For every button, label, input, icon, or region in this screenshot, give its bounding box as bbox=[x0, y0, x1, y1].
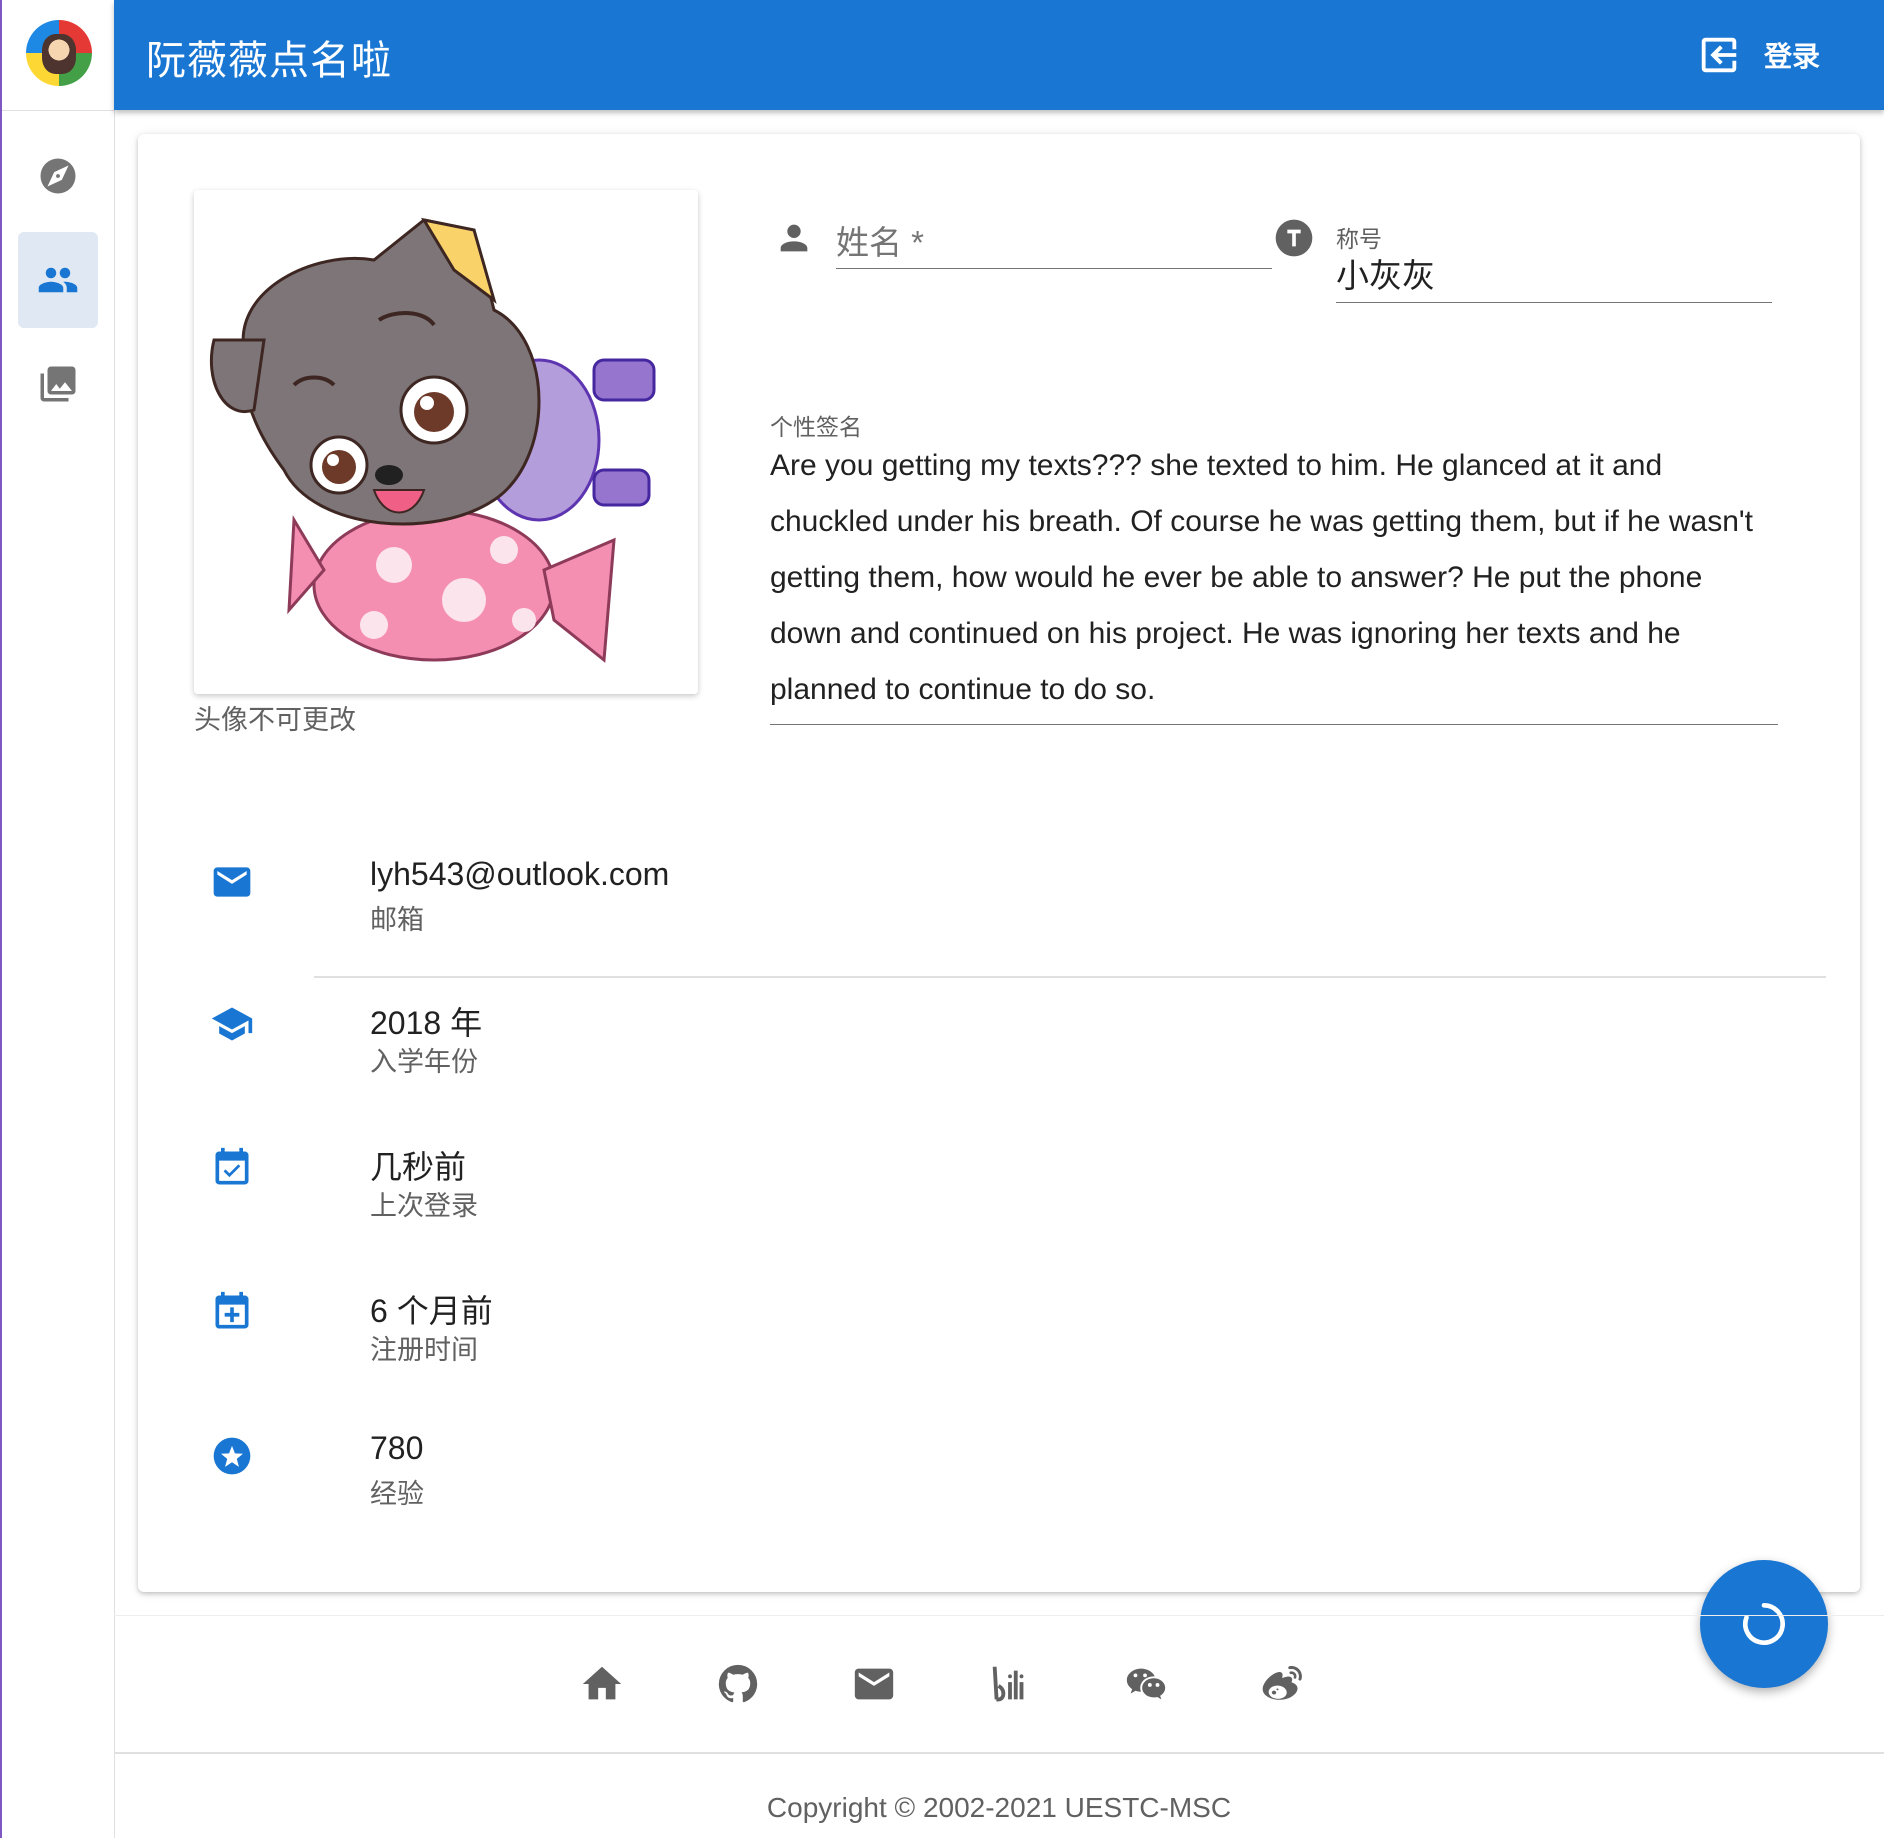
info-email-row: lyh543@outlook.com 邮箱 bbox=[194, 856, 1814, 976]
exp-value: 780 bbox=[370, 1430, 424, 1466]
photo-library-icon bbox=[40, 366, 76, 402]
email-value: lyh543@outlook.com bbox=[370, 856, 670, 892]
name-input[interactable] bbox=[836, 210, 1272, 269]
signature-textarea[interactable]: Are you getting my texts??? she texted t… bbox=[770, 438, 1778, 725]
app-title: 阮薇薇点名啦 bbox=[146, 39, 392, 83]
info-exp-row: 780 经验 bbox=[194, 1430, 1814, 1550]
login-icon bbox=[1701, 37, 1737, 73]
register-label: 注册时间 bbox=[370, 1335, 478, 1365]
spinner-icon bbox=[1742, 1603, 1785, 1645]
copyright-text: Copyright © 2002-2021 UESTC-MSC bbox=[766, 1792, 1232, 1823]
avatar bbox=[194, 190, 698, 694]
sidebar-item-explore[interactable] bbox=[18, 128, 98, 224]
footer-email-link[interactable] bbox=[850, 1660, 898, 1708]
footer-top-border bbox=[114, 1615, 1884, 1616]
profile-card: 头像不可更改 姓名 * 称号 个性签名 Are you getting my t… bbox=[138, 134, 1860, 1592]
info-divider bbox=[314, 976, 1826, 978]
footer-github-link[interactable] bbox=[714, 1660, 762, 1708]
last-login-value: 几秒前 bbox=[370, 1149, 467, 1185]
app-logo[interactable] bbox=[26, 20, 92, 86]
logo-area bbox=[2, 0, 114, 111]
sidebar-item-users[interactable] bbox=[18, 232, 98, 328]
sidebar bbox=[2, 0, 115, 1838]
home-icon bbox=[582, 1666, 622, 1700]
sidebar-item-gallery[interactable] bbox=[18, 336, 98, 432]
email-icon bbox=[213, 867, 251, 897]
enroll-year-label: 入学年份 bbox=[370, 1047, 478, 1077]
weibo-icon bbox=[1262, 1666, 1302, 1700]
avatar-note: 头像不可更改 bbox=[194, 705, 356, 735]
footer-wechat-link[interactable] bbox=[1122, 1660, 1170, 1708]
last-login-label: 上次登录 bbox=[370, 1191, 478, 1221]
wechat-icon bbox=[1126, 1668, 1166, 1700]
title-t-icon bbox=[1275, 219, 1313, 257]
loading-fab-button[interactable] bbox=[1700, 1560, 1828, 1688]
register-value: 6 个月前 bbox=[370, 1293, 493, 1329]
login-label: 登录 bbox=[1763, 41, 1820, 72]
bilibili-icon bbox=[992, 1666, 1024, 1702]
footer-bilibili-link[interactable] bbox=[986, 1660, 1034, 1708]
people-icon bbox=[38, 267, 78, 293]
person-icon bbox=[780, 224, 808, 252]
app-bar: 阮薇薇点名啦 登录 bbox=[114, 0, 1884, 110]
compass-icon bbox=[40, 158, 76, 194]
github-icon bbox=[718, 1664, 758, 1703]
star-circle-icon bbox=[213, 1437, 251, 1475]
footer-home-link[interactable] bbox=[578, 1660, 626, 1708]
info-last-login-row: 几秒前 上次登录 bbox=[194, 1142, 1814, 1262]
footer-weibo-link[interactable] bbox=[1258, 1660, 1306, 1708]
enroll-year-value: 2018 年 bbox=[370, 1005, 483, 1041]
calendar-plus-icon bbox=[215, 1291, 249, 1329]
info-enroll-row: 2018 年 入学年份 bbox=[194, 998, 1814, 1118]
signature-label: 个性签名 bbox=[770, 414, 862, 440]
login-button[interactable]: 登录 bbox=[1686, 26, 1830, 84]
calendar-check-icon bbox=[215, 1147, 249, 1185]
school-icon bbox=[211, 1007, 253, 1041]
email-icon bbox=[854, 1668, 894, 1700]
exp-label: 经验 bbox=[370, 1479, 424, 1509]
footer-links bbox=[578, 1660, 1338, 1716]
info-register-row: 6 个月前 注册时间 bbox=[194, 1286, 1814, 1406]
title-label: 称号 bbox=[1336, 226, 1382, 252]
title-input[interactable] bbox=[1336, 256, 1772, 303]
email-label: 邮箱 bbox=[370, 905, 424, 935]
footer-divider bbox=[114, 1752, 1884, 1754]
avatar-image bbox=[194, 190, 698, 694]
